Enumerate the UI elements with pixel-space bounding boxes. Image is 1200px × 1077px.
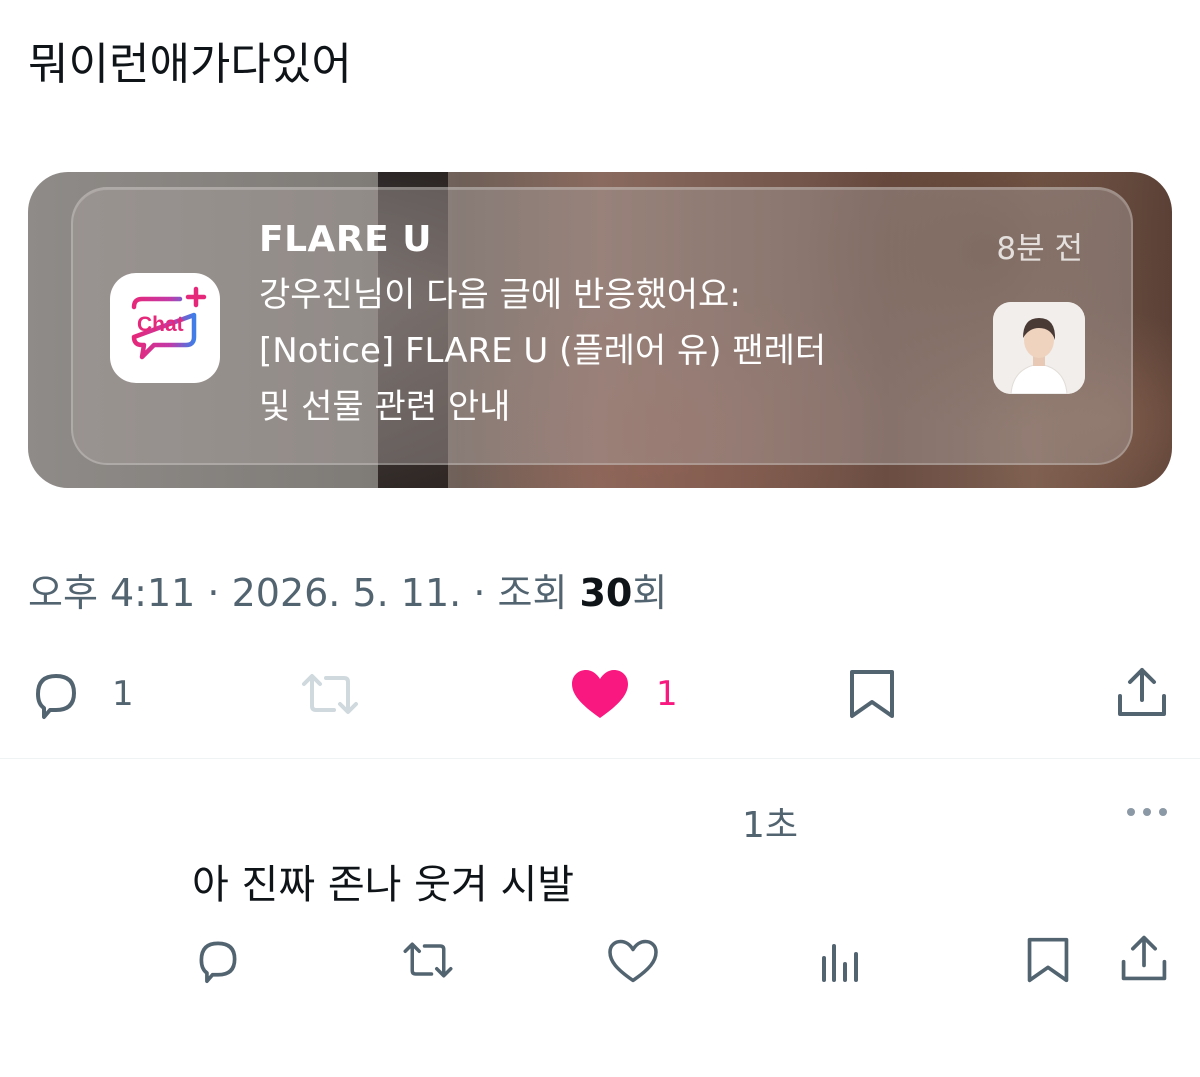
retweet-icon — [302, 674, 358, 714]
chat-app-icon: Chat — [110, 273, 220, 383]
views-icon — [822, 944, 858, 982]
reply-text: 아 진짜 존나 웃겨 시발 — [192, 862, 575, 908]
meta-separator: · — [195, 571, 232, 615]
tweet-date: 2026. 5. 11. — [231, 571, 462, 615]
reply-button[interactable] — [28, 668, 84, 720]
share-icon — [1121, 935, 1167, 981]
notification-card: Chat FLARE U 8분 전 강우진님이 다음 글에 반응했어요: [No… — [71, 187, 1133, 465]
attached-image[interactable]: Chat FLARE U 8분 전 강우진님이 다음 글에 반응했어요: [No… — [28, 172, 1172, 488]
more-icon — [1127, 808, 1167, 816]
tweet-text: 뭐이런애가다있어 — [28, 39, 352, 90]
share-button[interactable] — [1114, 664, 1170, 720]
notification-body-line: 및 선물 관련 안내 — [259, 387, 511, 427]
heart-filled-icon — [572, 670, 628, 718]
like-button[interactable] — [570, 668, 630, 720]
notification-body-line: 강우진님이 다음 글에 반응했어요: — [259, 275, 741, 315]
views-label: 조회 — [497, 571, 580, 615]
divider — [0, 758, 1200, 759]
notification-body: 강우진님이 다음 글에 반응했어요: [Notice] FLARE U (플레어… — [259, 267, 959, 435]
chat-icon-label: Chat — [137, 313, 184, 336]
bookmark-button[interactable] — [846, 666, 898, 722]
tweet-meta: 오후 4:11 · 2026. 5. 11. · 조회 30회 — [28, 562, 667, 617]
reply-icon — [199, 941, 237, 984]
reply-like-button[interactable] — [606, 938, 660, 984]
views-count: 30 — [579, 571, 633, 615]
reply-reply-button[interactable] — [192, 936, 244, 984]
meta-separator: · — [461, 571, 498, 615]
bookmark-icon — [850, 670, 894, 718]
reply-icon — [36, 674, 76, 719]
notification-body-line: [Notice] FLARE U (플레어 유) 팬레터 — [259, 331, 827, 371]
reply-retweet-button[interactable] — [400, 936, 456, 984]
retweet-icon — [403, 942, 453, 978]
tweet-time: 오후 4:11 — [28, 571, 196, 615]
heart-icon — [608, 939, 658, 983]
post-thumbnail — [993, 302, 1085, 394]
reply-share-button[interactable] — [1118, 932, 1170, 984]
like-count: 1 — [656, 674, 678, 714]
notification-time: 8분 전 — [996, 231, 1083, 267]
reply-bookmark-button[interactable] — [1024, 934, 1072, 986]
share-icon — [1118, 668, 1166, 716]
views-suffix: 회 — [632, 571, 668, 615]
reply-count: 1 — [112, 674, 134, 714]
notification-app-name: FLARE U — [259, 219, 432, 260]
reply-time: 1초 — [742, 805, 799, 846]
bookmark-icon — [1027, 937, 1069, 983]
reply-views-button[interactable] — [818, 936, 862, 984]
retweet-button[interactable] — [298, 668, 362, 720]
more-options-button[interactable] — [1124, 802, 1170, 822]
